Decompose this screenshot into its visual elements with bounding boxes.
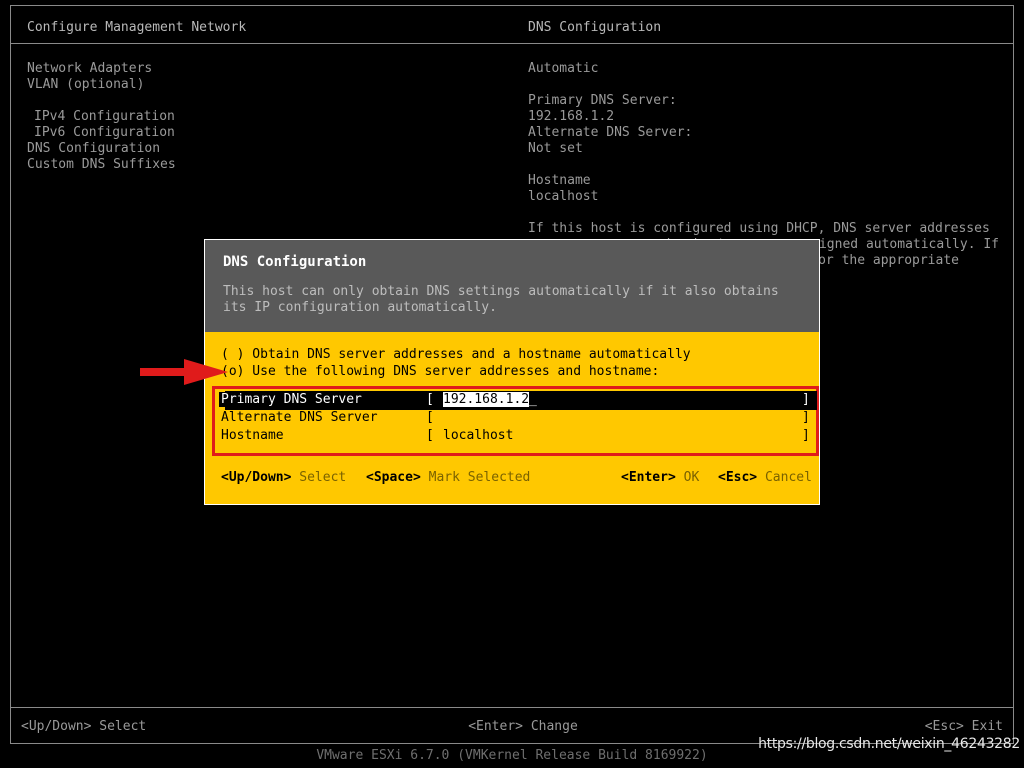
field-alternate-dns-server-label: Alternate DNS Server [221, 410, 378, 425]
field-primary-dns-server-label: Primary DNS Server [219, 392, 364, 407]
field-hostname-label: Hostname [221, 428, 284, 443]
dialog-title: DNS Configuration [223, 254, 367, 270]
status-bar-enter[interactable]: <Enter> Change [468, 719, 578, 734]
dialog-description: This host can only obtain DNS settings a… [223, 284, 779, 315]
status-bar-enter-key: <Enter> [468, 719, 523, 734]
field-alternate-dns-server[interactable]: Alternate DNS Server [ ] [221, 410, 810, 428]
field-primary-dns-server-bracket-close: ] [802, 392, 810, 407]
dialog-footer-space[interactable]: <Space> Mark Selected [366, 470, 530, 485]
dialog-footer-space-label: Mark Selected [420, 470, 531, 485]
dialog-footer-esc-key: <Esc> [718, 470, 758, 485]
detail-alternate-dns-label: Alternate DNS Server: [528, 125, 693, 140]
status-bar-updown-key: <Up/Down> [21, 719, 92, 734]
dialog-footer-updown-key: <Up/Down> [221, 470, 292, 485]
status-bar-enter-label: Change [523, 719, 578, 734]
dialog-footer-enter-label: OK [675, 470, 700, 485]
right-panel-divider [512, 43, 1013, 44]
detail-primary-dns-label: Primary DNS Server: [528, 93, 677, 108]
left-panel-title: Configure Management Network [27, 20, 247, 35]
left-panel-menu: Network Adapters VLAN (optional) IPv4 Co… [27, 61, 507, 173]
dialog-footer-space-key: <Space> [366, 470, 421, 485]
watermark-url: https://blog.csdn.net/weixin_46243282 [758, 736, 1020, 752]
annotation-arrow-icon [140, 359, 228, 385]
sidebar-item-network-adapters[interactable]: Network Adapters [27, 61, 507, 77]
field-primary-dns-server-input[interactable]: 192.168.1.2 [443, 392, 530, 407]
dialog-footer-updown[interactable]: <Up/Down> Select [221, 470, 346, 485]
radio-use-following[interactable]: (o) Use the following DNS server address… [221, 364, 659, 379]
right-panel-title: DNS Configuration [528, 20, 662, 35]
radio-obtain-automatically-label: Obtain DNS server addresses and a hostna… [244, 347, 691, 362]
text-cursor: _ [529, 392, 537, 407]
sidebar-item-dns-configuration[interactable]: DNS Configuration [27, 141, 507, 157]
dialog-footer-esc[interactable]: <Esc> Cancel [718, 470, 812, 485]
detail-alternate-dns-value: Not set [528, 141, 583, 156]
dns-configuration-dialog: DNS Configuration This host can only obt… [200, 239, 824, 513]
field-hostname-bracket-close: ] [802, 428, 810, 443]
dialog-footer-esc-label: Cancel [757, 470, 812, 485]
radio-obtain-automatically[interactable]: ( ) Obtain DNS server addresses and a ho… [221, 347, 691, 362]
dialog-body-surface: ( ) Obtain DNS server addresses and a ho… [204, 332, 820, 505]
dcui-screen: Configure Management Network Network Ada… [0, 0, 1024, 768]
field-hostname-bracket-open: [ [426, 428, 434, 443]
dialog-body: ( ) Obtain DNS server addresses and a ho… [200, 332, 824, 513]
field-primary-dns-server-bracket-open: [ [426, 392, 434, 407]
status-bar-esc[interactable]: <Esc> Exit [925, 719, 1003, 734]
field-primary-dns-server[interactable]: Primary DNS Server [ 192.168.1.2 _ ] [219, 391, 817, 410]
sidebar-item-ipv6-configuration[interactable]: IPv6 Configuration [27, 125, 507, 141]
field-hostname[interactable]: Hostname [ localhost ] [221, 428, 810, 446]
detail-hostname-value: localhost [528, 189, 599, 204]
radio-use-following-label: Use the following DNS server addresses a… [244, 364, 660, 379]
left-panel-divider [11, 43, 513, 44]
detail-spacer-1 [528, 77, 1007, 93]
dialog-header: DNS Configuration This host can only obt… [204, 239, 820, 332]
sidebar-item-custom-dns-suffixes[interactable]: Custom DNS Suffixes [27, 157, 507, 173]
status-bar-updown-label: Select [91, 719, 147, 734]
sidebar-item-vlan[interactable]: VLAN (optional) [27, 77, 507, 93]
detail-automatic: Automatic [528, 61, 599, 76]
dialog-footer: <Up/Down> Select <Space> Mark Selected <… [221, 470, 812, 488]
status-bar-updown[interactable]: <Up/Down> Select [21, 719, 146, 734]
field-hostname-input[interactable]: localhost [443, 428, 513, 443]
field-alternate-dns-server-bracket-open: [ [426, 410, 434, 425]
status-bar-esc-key: <Esc> [924, 719, 964, 734]
dialog-footer-updown-label: Select [291, 470, 347, 485]
dialog-footer-enter-key: <Enter> [621, 470, 676, 485]
detail-hostname-label: Hostname [528, 173, 591, 188]
detail-spacer-2 [528, 157, 1007, 173]
detail-help-line-1: If this host is configured using DHCP, D… [528, 221, 990, 236]
field-alternate-dns-server-bracket-close: ] [802, 410, 810, 425]
right-panel-details: Automatic Primary DNS Server: 192.168.1.… [528, 61, 1007, 269]
detail-spacer-3 [528, 205, 1007, 221]
dialog-footer-enter[interactable]: <Enter> OK [621, 470, 699, 485]
detail-primary-dns-value: 192.168.1.2 [528, 109, 615, 124]
status-bar-esc-label: Exit [963, 719, 1003, 734]
sidebar-item-ipv4-configuration[interactable]: IPv4 Configuration [27, 109, 507, 125]
